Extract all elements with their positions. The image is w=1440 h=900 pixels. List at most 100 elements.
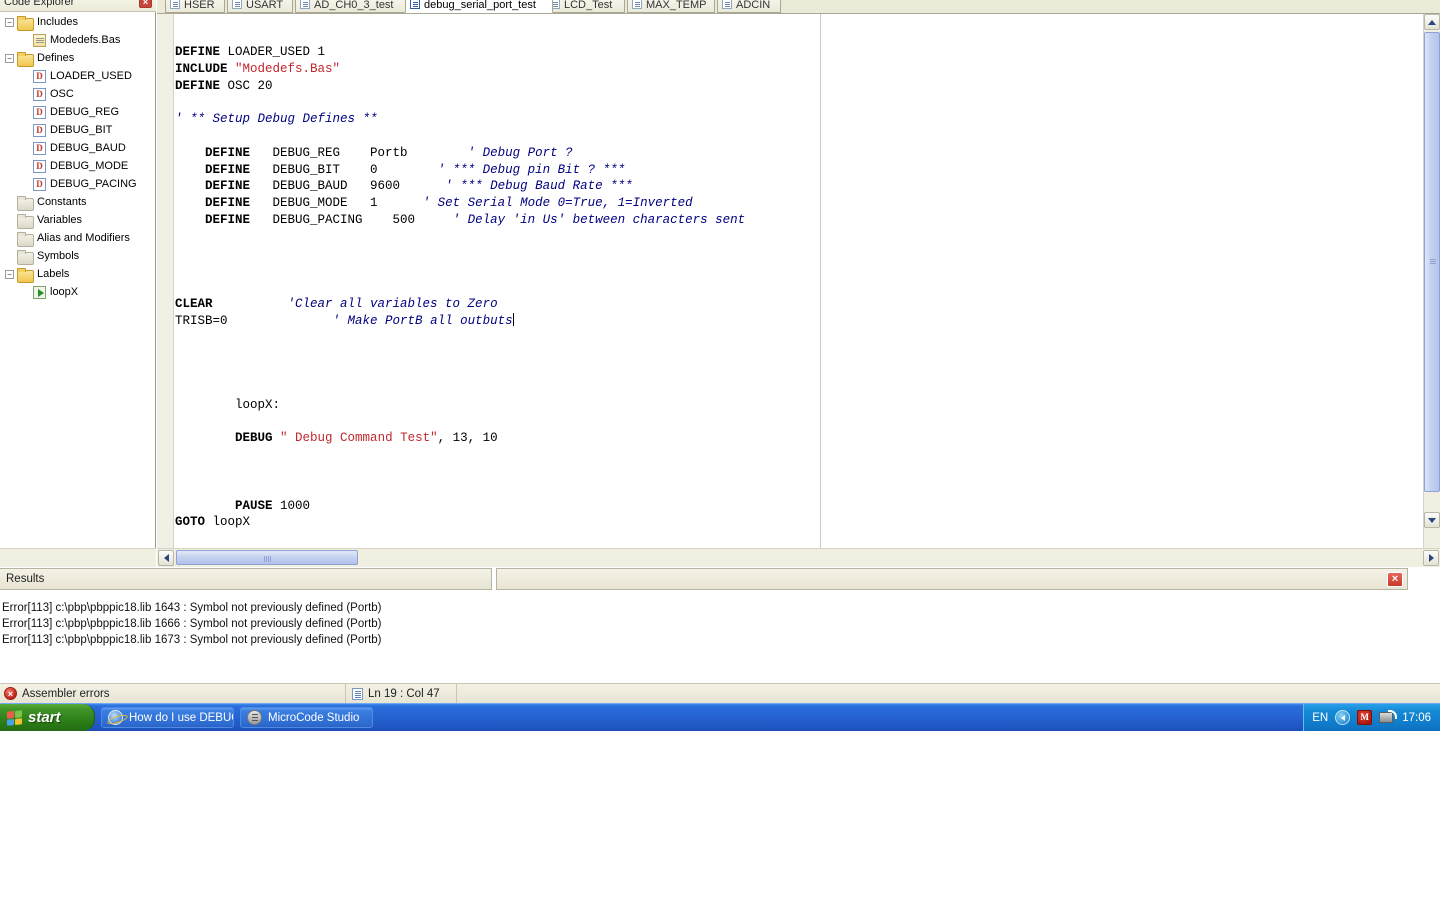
- code-explorer-panel: Code Explorer × −IncludesModedefs.Bas−De…: [0, 0, 156, 567]
- tab-hser[interactable]: HSER: [165, 0, 225, 13]
- network-icon[interactable]: [1379, 711, 1395, 725]
- code-line: DEFINE LOADER_USED 1: [175, 44, 1423, 61]
- editor-horizontal-scrollbar[interactable]: [157, 548, 1440, 567]
- define-icon: D: [33, 142, 46, 155]
- code-line: DEFINE DEBUG_PACING 500 ' Delay 'in Us' …: [175, 212, 1423, 229]
- code-comment: ' Make PortB all outbuts: [333, 314, 513, 328]
- tree-item-debug-reg[interactable]: DDEBUG_REG: [0, 103, 155, 121]
- code-line: [175, 380, 1423, 397]
- scroll-right-button[interactable]: [1423, 550, 1439, 566]
- code-line: [175, 346, 1423, 363]
- code-text: DEBUG_PACING 500: [250, 213, 453, 227]
- results-error-list[interactable]: Error[113] c:\pbp\pbppic18.lib 1643 : Sy…: [0, 592, 1440, 682]
- status-bar-filler: [457, 684, 1440, 704]
- editor-tab-bar[interactable]: HSERUSART AD_CH0_3_test debug_serial_port_…: [157, 0, 1440, 13]
- tree-item-label: Labels: [37, 265, 69, 283]
- close-icon[interactable]: ×: [1387, 572, 1403, 587]
- tree-item-label: DEBUG_BIT: [50, 121, 112, 139]
- microcode-studio-icon: [247, 710, 262, 725]
- tab-usart[interactable]: USART: [227, 0, 293, 13]
- tree-item-debug-bit[interactable]: D DEBUG_BIT: [0, 121, 155, 139]
- tab-ad-ch0-3-test[interactable]: AD_CH0_3_test: [295, 0, 413, 13]
- code-string: " Debug Command Test": [280, 431, 438, 445]
- define-icon: D: [33, 124, 46, 137]
- code-line: DEBUG " Debug Command Test", 13, 10: [175, 430, 1423, 447]
- tree-item-loopx[interactable]: loopX: [0, 283, 155, 301]
- tree-toggle-minus-icon[interactable]: −: [5, 54, 14, 63]
- result-error-row[interactable]: Error[113] c:\pbp\pbppic18.lib 1673 : Sy…: [2, 632, 1440, 648]
- scroll-down-button[interactable]: [1424, 512, 1440, 528]
- editor-vertical-scrollbar[interactable]: [1423, 14, 1440, 548]
- tree-item-debug-mode[interactable]: DDEBUG_MODE: [0, 157, 155, 175]
- vertical-scrollbar-thumb[interactable]: [1424, 32, 1440, 492]
- editor-code-text[interactable]: DEFINE LOADER_USED 1INCLUDE "Modedefs.Ba…: [175, 14, 1423, 548]
- document-icon: [33, 34, 46, 47]
- tree-item-includes[interactable]: −Includes: [0, 13, 155, 31]
- internet-explorer-icon: [108, 710, 123, 725]
- tree-item-debug-baud[interactable]: DDEBUG_BAUD: [0, 139, 155, 157]
- code-line: DEFINE OSC 20: [175, 78, 1423, 95]
- code-comment: 'Clear all variables to Zero: [288, 297, 498, 311]
- scroll-left-button[interactable]: [158, 550, 174, 566]
- tab-label: AD_CH0_3_test: [314, 0, 394, 11]
- code-keyword: GOTO: [175, 515, 205, 529]
- code-line: [175, 94, 1423, 111]
- tree-item-debug-pacing[interactable]: D DEBUG_PACING: [0, 175, 155, 193]
- code-keyword: DEFINE: [175, 79, 220, 93]
- tree-item-variables[interactable]: Variables: [0, 211, 155, 229]
- define-icon: D: [33, 178, 46, 191]
- windows-taskbar: start How do I use DEBUG ... MicroCode S…: [0, 703, 1440, 731]
- tree-toggle-minus-icon[interactable]: −: [5, 18, 14, 27]
- tab-max-temp[interactable]: MAX_TEMP: [627, 0, 715, 13]
- tab-lcd-test[interactable]: LCD_Test: [545, 0, 625, 13]
- tree-item-modedefs-bas[interactable]: Modedefs.Bas: [0, 31, 155, 49]
- code-text: OSC 20: [220, 79, 273, 93]
- code-line: GOTO loopX: [175, 514, 1423, 531]
- tab-debug-serial-port-test[interactable]: debug_serial_port_test: [405, 0, 553, 13]
- tab-adcin[interactable]: ADCIN: [717, 0, 781, 13]
- horizontal-scrollbar-thumb[interactable]: [176, 550, 358, 565]
- code-line: [175, 414, 1423, 431]
- chevron-left-icon: [164, 554, 169, 562]
- tab-label: ADCIN: [736, 0, 770, 11]
- cursor-position-label: Ln 19 : Col 47: [368, 688, 440, 700]
- chevron-left-icon[interactable]: [1335, 710, 1350, 725]
- tree-item-labels[interactable]: − Labels: [0, 265, 155, 283]
- tree-item-loader-used[interactable]: DLOADER_USED: [0, 67, 155, 85]
- taskbar-item-microcode-studio[interactable]: MicroCode Studio: [240, 707, 373, 728]
- scroll-up-button[interactable]: [1424, 14, 1440, 30]
- code-line: [175, 481, 1423, 498]
- code-editor[interactable]: DEFINE LOADER_USED 1INCLUDE "Modedefs.Ba…: [157, 13, 1440, 547]
- start-button[interactable]: start: [0, 704, 95, 731]
- tree-item-label: OSC: [50, 85, 74, 103]
- tree-item-symbols[interactable]: Symbols: [0, 247, 155, 265]
- code-text: [175, 499, 235, 513]
- tree-item-alias-and-modifiers[interactable]: Alias and Modifiers: [0, 229, 155, 247]
- folder-icon: [17, 250, 33, 263]
- status-assembler-errors[interactable]: × Assembler errors: [0, 684, 345, 704]
- code-text: [175, 163, 205, 177]
- result-error-row[interactable]: Error[113] c:\pbp\pbppic18.lib 1643 : Sy…: [2, 600, 1440, 616]
- tree-item-defines[interactable]: −Defines: [0, 49, 155, 67]
- language-indicator[interactable]: EN: [1312, 712, 1328, 724]
- code-text: [175, 179, 205, 193]
- code-text: [175, 431, 235, 445]
- code-text: loopX:: [175, 398, 280, 412]
- tree-item-constants[interactable]: Constants: [0, 193, 155, 211]
- code-comment: ' Set Serial Mode 0=True, 1=Inverted: [423, 196, 693, 210]
- code-line: loopX:: [175, 397, 1423, 414]
- result-error-row[interactable]: Error[113] c:\pbp\pbppic18.lib 1666 : Sy…: [2, 616, 1440, 632]
- code-line: ' ** Setup Debug Defines **: [175, 111, 1423, 128]
- close-icon[interactable]: ×: [139, 0, 152, 8]
- mcafee-icon[interactable]: M: [1357, 710, 1372, 725]
- chevron-up-icon: [1428, 20, 1436, 25]
- clock[interactable]: 17:06: [1402, 712, 1431, 724]
- tree-toggle-minus-icon[interactable]: −: [5, 270, 14, 279]
- code-line: [175, 262, 1423, 279]
- tree-item-label: DEBUG_PACING: [50, 175, 137, 193]
- code-explorer-tree[interactable]: −IncludesModedefs.Bas−DefinesDLOADER_USE…: [0, 13, 155, 553]
- code-text: [228, 62, 236, 76]
- code-text: LOADER_USED 1: [220, 45, 325, 59]
- taskbar-item-browser[interactable]: How do I use DEBUG ...: [101, 707, 234, 728]
- tree-item-osc[interactable]: DOSC: [0, 85, 155, 103]
